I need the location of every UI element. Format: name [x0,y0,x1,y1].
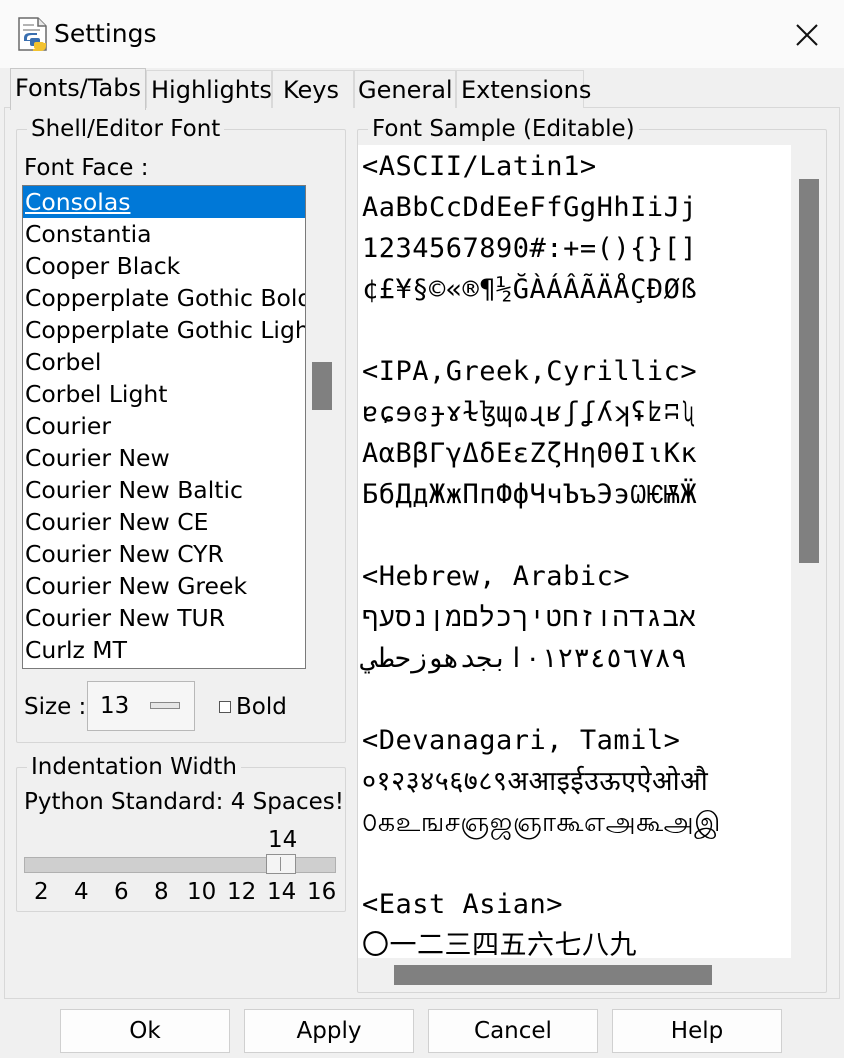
help-button[interactable]: Help [612,1009,782,1053]
sample-line: אבגדהוזחטיךכלםמןנסעף [362,602,697,633]
title-bar: Settings [0,0,844,68]
font-list-item[interactable]: Courier New Baltic [23,474,305,506]
sample-line: ɐɕɘɞɟɤɫɮɰɷɻʁʃʆʎʞʢʫʭʯ [362,397,698,428]
ok-button[interactable]: Ok [60,1009,230,1053]
font-list-item[interactable]: Corbel Light [23,378,305,410]
tab-highlights[interactable]: Highlights [146,70,272,108]
window-title: Settings [54,19,157,48]
sample-line: <Hebrew, Arabic> [362,561,631,592]
slider-tick: 6 [114,879,129,905]
slider-tick: 8 [154,879,169,905]
size-label: Size : [24,694,87,720]
font-list-item[interactable]: Courier New [23,442,305,474]
sample-line: БбДдЖжПпФфЧчЪъЭэѠѤѬӜ [362,479,697,510]
font-group-legend: Shell/Editor Font [27,116,225,142]
slider-tick: 12 [227,879,257,905]
font-list-item[interactable]: Cooper Black [23,250,305,282]
sample-line: ٠١٢٣٤٥٦٧٨٩ابجدهوزحطي [362,643,688,674]
font-sample-legend: Font Sample (Editable) [368,116,639,142]
sample-line: AaBbCcDdEeFfGgHhIiJj [362,192,698,223]
sample-horizontal-scrollbar[interactable] [394,965,712,985]
close-icon [796,24,818,46]
font-face-label: Font Face : [24,155,149,181]
tab-fonts-tabs[interactable]: Fonts/Tabs [10,68,146,110]
font-list-item[interactable]: Copperplate Gothic Bold [23,282,305,314]
font-list-item[interactable]: Copperplate Gothic Light [23,314,305,346]
tab-bar: Fonts/Tabs Highlights Keys General Exten… [10,68,610,110]
font-size-menubutton[interactable]: 13 [87,681,195,731]
python-idle-icon [18,17,47,51]
slider-tick: 16 [307,879,337,905]
sample-line: 1234567890#:+=(){}[] [362,233,698,264]
font-list-item[interactable]: Courier New CYR [23,538,305,570]
sample-vertical-scrollbar[interactable] [799,179,819,563]
font-list-item[interactable]: Courier New Greek [23,570,305,602]
font-list-item[interactable]: Courier New CE [23,506,305,538]
indent-slider-thumb[interactable] [266,854,296,874]
font-list-item[interactable]: Consolas [23,186,305,218]
apply-button[interactable]: Apply [244,1009,414,1053]
sample-line: ०१२३४५६७८९अआइईउऊएऐओऔ [362,766,709,797]
sample-line: <IPA,Greek,Cyrillic> [362,356,698,387]
tab-general[interactable]: General [354,70,456,108]
font-list-item[interactable]: Constantia [23,218,305,250]
sample-line: ¢£¥§©«®¶½ĞÀÁÂÃÄÅÇÐØß [362,274,698,305]
font-list-item[interactable]: Courier New TUR [23,602,305,634]
sample-line: 〇一二三四五六七八九 [362,930,637,958]
sample-line: ௦கஉஙசஞஜஞாகூஎஅகூஅஇ [362,807,721,838]
slider-tick: 4 [74,879,89,905]
slider-tick: 2 [34,879,49,905]
cancel-button[interactable]: Cancel [428,1009,598,1053]
slider-tick: 10 [187,879,217,905]
menubutton-indicator-icon [150,702,180,709]
tab-keys[interactable]: Keys [272,70,354,108]
font-list-scrollbar[interactable] [312,362,332,410]
sample-line: <Devanagari, Tamil> [362,725,681,756]
indent-group-legend: Indentation Width [27,754,241,780]
font-size-value: 13 [100,693,130,719]
python-standard-text: Python Standard: 4 Spaces! [24,789,344,815]
font-list-item[interactable]: Corbel [23,346,305,378]
font-list-item[interactable]: Courier [23,410,305,442]
sample-line: <ASCII/Latin1> [362,151,597,182]
bold-label[interactable]: Bold [236,693,287,721]
sample-line: <East Asian> [362,889,564,920]
slider-tick: 14 [267,879,297,905]
indent-value-label: 14 [268,827,298,853]
font-sample-text[interactable]: <ASCII/Latin1> AaBbCcDdEeFfGgHhIiJj 1234… [358,145,791,958]
sample-line: ΑαΒβΓγΔδΕεΖζΗηΘθΙιΚκ [362,438,698,469]
font-face-listbox[interactable]: Consolas Constantia Cooper Black Copperp… [22,185,306,669]
tab-extensions[interactable]: Extensions [456,70,591,108]
close-button[interactable] [780,10,834,60]
bold-checkbox[interactable] [219,701,231,713]
font-list-item[interactable]: Curlz MT [23,634,305,666]
